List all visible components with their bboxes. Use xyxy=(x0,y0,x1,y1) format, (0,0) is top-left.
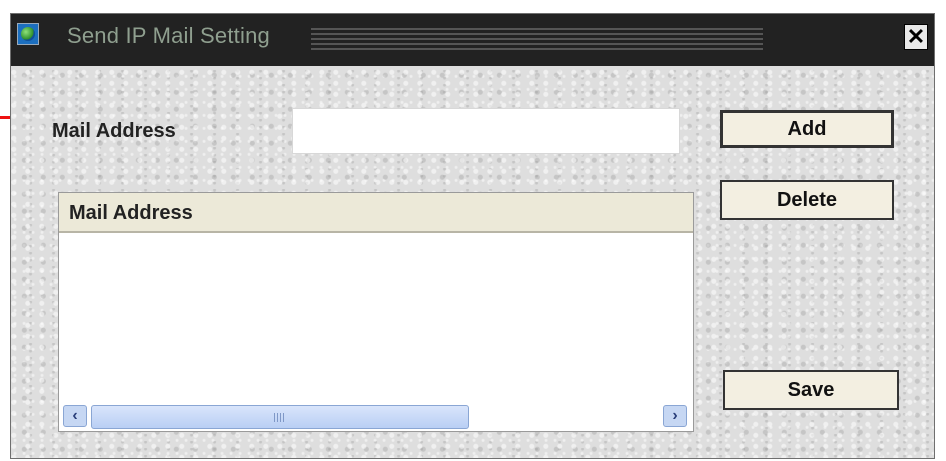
globe-app-icon xyxy=(17,23,39,45)
scrollbar-thumb[interactable] xyxy=(91,405,469,429)
scroll-left-icon[interactable]: ‹ xyxy=(63,405,87,427)
horizontal-scrollbar[interactable]: ‹ › xyxy=(59,403,693,431)
scroll-right-icon[interactable]: › xyxy=(663,405,687,427)
close-icon: ✕ xyxy=(906,24,926,49)
list-column-header[interactable]: Mail Address xyxy=(59,193,693,233)
delete-button[interactable]: Delete xyxy=(720,180,894,220)
globe-icon xyxy=(21,27,35,41)
title-bar-grip-lines xyxy=(311,28,763,50)
mail-address-input[interactable] xyxy=(292,108,680,154)
window-title: Send IP Mail Setting xyxy=(67,23,270,48)
title-bar[interactable]: Send IP Mail Setting ✕ xyxy=(11,14,934,66)
add-button[interactable]: Add xyxy=(720,110,894,148)
save-button[interactable]: Save xyxy=(723,370,899,410)
grip-icon xyxy=(274,413,286,422)
column-header-mail-address: Mail Address xyxy=(69,202,193,224)
close-button[interactable]: ✕ xyxy=(904,24,928,50)
mail-address-list[interactable]: Mail Address ‹ › xyxy=(58,192,694,432)
mail-address-label: Mail Address xyxy=(52,120,176,142)
